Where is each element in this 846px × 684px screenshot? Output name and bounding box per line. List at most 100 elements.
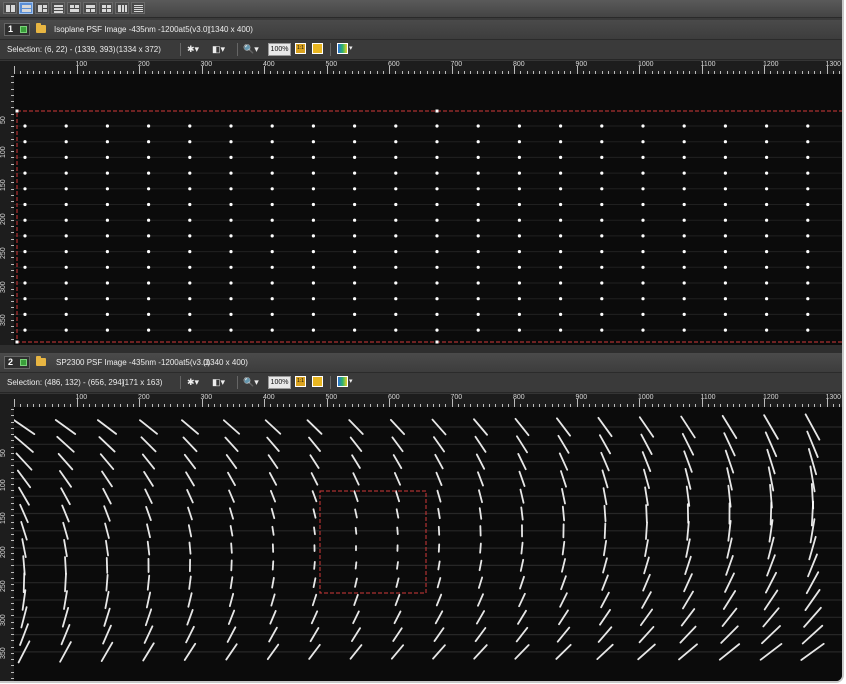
ruler-tick: [639, 399, 640, 407]
psf-spot: [765, 155, 769, 159]
psf-spot: [559, 297, 563, 301]
psf-spot: [517, 218, 521, 222]
ruler-tick: [14, 399, 15, 407]
psf-spot: [270, 234, 274, 238]
psf-spot: [105, 265, 109, 269]
psf-spot: [682, 218, 686, 222]
image-dimensions: (1340 x 400): [203, 358, 248, 367]
psf-spot: [641, 187, 645, 191]
psf-spot: [723, 234, 728, 238]
layout-two-horizontal-button[interactable]: [19, 2, 33, 14]
psf-spot: [147, 187, 151, 191]
psf-spot: [311, 124, 315, 128]
ruler-tick: [514, 399, 515, 407]
expand-icon[interactable]: [312, 376, 323, 387]
psf-spot: [147, 328, 151, 332]
psf-spot: [765, 218, 769, 222]
zoom-icon[interactable]: 🔍▾: [243, 376, 259, 388]
zoom-level[interactable]: 100%: [268, 376, 291, 389]
zoom-level[interactable]: 100%: [268, 43, 291, 56]
ruler-tick: [451, 66, 453, 74]
panel-titlebar: 2 SP2300 PSF Image -435nm -1200at5(v3.0)…: [0, 353, 842, 373]
psf-spot: [229, 218, 233, 222]
psf-spot: [311, 202, 315, 207]
palette-icon[interactable]: [337, 43, 348, 54]
layout-grid-a-button[interactable]: [35, 2, 49, 14]
brightness-icon[interactable]: ✱▾: [187, 376, 199, 388]
psf-spot: [723, 171, 728, 175]
psf-spot: [682, 187, 686, 191]
psf-spot: [806, 297, 810, 301]
app-window: 1 Isoplane PSF Image -435nm -1200at5(v3.…: [0, 0, 844, 683]
psf-spot: [682, 312, 686, 316]
ruler-y-label: 200: [0, 213, 7, 225]
folder-icon[interactable]: [36, 23, 46, 33]
psf-spot: [600, 312, 604, 316]
fit-icon[interactable]: 1:1: [295, 43, 306, 54]
psf-spot: [685, 485, 691, 507]
psf-spot: [682, 250, 686, 254]
psf-spot: [229, 155, 233, 159]
ruler-y-label: 250: [0, 247, 7, 259]
dropdown-icon: [20, 26, 27, 33]
psf-spot: [602, 540, 608, 557]
psf-spot: [270, 202, 274, 207]
layout-grid-f-button[interactable]: [115, 2, 129, 14]
layout-grid-c-button[interactable]: [67, 2, 81, 14]
psf-spot: [806, 234, 810, 238]
psf-spot: [146, 540, 151, 556]
psf-spot: [188, 234, 192, 238]
psf-spot: [311, 234, 315, 238]
psf-spot: [806, 312, 810, 316]
psf-spot: [394, 265, 398, 269]
psf-spot: [559, 312, 563, 316]
psf-spot: [311, 297, 315, 301]
image-dimensions: (1340 x 400): [208, 25, 253, 34]
fit-icon[interactable]: 1:1: [295, 376, 306, 387]
ruler-tick: [764, 66, 765, 74]
panel-number-button[interactable]: 1: [4, 23, 30, 36]
layout-grid-g-button[interactable]: [131, 2, 145, 14]
panel-number-button[interactable]: 2: [4, 356, 30, 369]
psf-spot: [806, 250, 810, 254]
palette-dropdown-icon[interactable]: ▾: [349, 376, 353, 388]
psf-spot: [395, 577, 400, 588]
psf-spot: [188, 140, 192, 144]
psf-spot: [603, 522, 607, 540]
psf-spot: [188, 312, 192, 316]
psf-spot: [64, 250, 68, 254]
psf-spot: [270, 140, 274, 144]
psf-spot: [476, 124, 480, 128]
layout-two-vertical-button[interactable]: [3, 2, 17, 14]
layout-grid-e-button[interactable]: [99, 2, 113, 14]
psf-spot: [188, 124, 192, 128]
image-canvas[interactable]: [14, 407, 842, 681]
expand-icon[interactable]: [312, 43, 323, 54]
psf-spot: [682, 234, 686, 238]
brightness-icon[interactable]: ✱▾: [187, 43, 199, 55]
contrast-icon[interactable]: ◧▾: [212, 43, 225, 55]
layout-grid-d-button[interactable]: [83, 2, 97, 14]
panel-divider[interactable]: [0, 345, 842, 353]
psf-spot: [806, 124, 810, 128]
contrast-icon[interactable]: ◧▾: [212, 376, 225, 388]
psf-spot: [517, 202, 521, 207]
psf-spot: [64, 171, 68, 175]
palette-dropdown-icon[interactable]: ▾: [349, 43, 353, 55]
psf-spot: [105, 539, 109, 557]
psf-spot: [559, 171, 563, 175]
palette-icon[interactable]: [337, 376, 348, 387]
psf-spot: [641, 250, 645, 254]
psf-spot: [723, 155, 728, 159]
layout-grid-b-button[interactable]: [51, 2, 65, 14]
psf-spot: [311, 250, 315, 254]
psf-spot: [311, 281, 315, 285]
psf-spot: [229, 140, 233, 144]
folder-icon[interactable]: [36, 356, 46, 366]
psf-spot: [478, 507, 483, 520]
image-canvas[interactable]: [14, 74, 842, 345]
psf-spot: [354, 526, 358, 535]
zoom-icon[interactable]: 🔍▾: [243, 43, 259, 55]
psf-spot: [641, 234, 645, 238]
psf-spot: [394, 312, 398, 316]
